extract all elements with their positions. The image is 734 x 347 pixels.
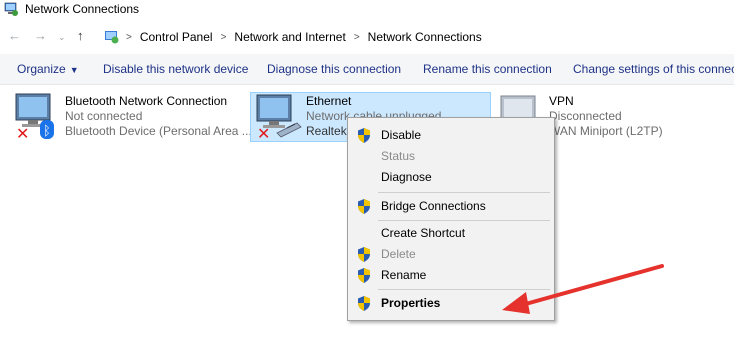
annotation-arrow-icon bbox=[502, 264, 664, 314]
